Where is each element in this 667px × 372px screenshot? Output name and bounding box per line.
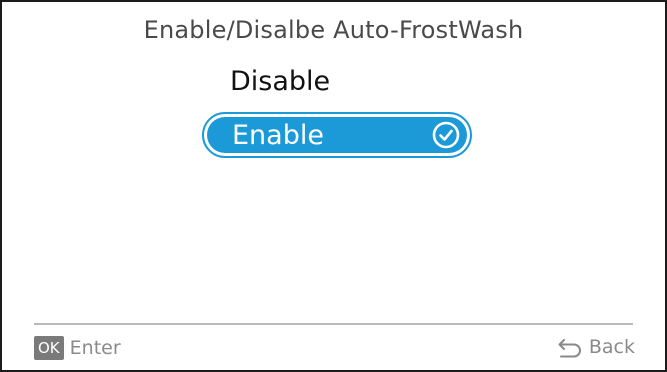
- ok-key-badge: OK: [34, 336, 64, 360]
- back-arrow-icon: [557, 336, 583, 358]
- option-enable-highlight: Enable: [207, 117, 467, 153]
- option-enable[interactable]: Enable: [202, 112, 472, 158]
- footer-divider: [34, 323, 633, 325]
- frostwash-settings-screen: Enable/Disalbe Auto-FrostWash Disable En…: [0, 0, 667, 372]
- check-circle-icon: [432, 121, 460, 149]
- enter-hint[interactable]: OK Enter: [34, 336, 121, 360]
- option-enable-label: Enable: [232, 119, 324, 151]
- enter-label: Enter: [69, 337, 121, 359]
- option-disable-label: Disable: [230, 66, 331, 97]
- option-disable[interactable]: Disable: [230, 66, 330, 97]
- page-title: Enable/Disalbe Auto-FrostWash: [143, 16, 524, 44]
- back-button[interactable]: Back: [557, 336, 635, 358]
- back-label: Back: [588, 336, 635, 358]
